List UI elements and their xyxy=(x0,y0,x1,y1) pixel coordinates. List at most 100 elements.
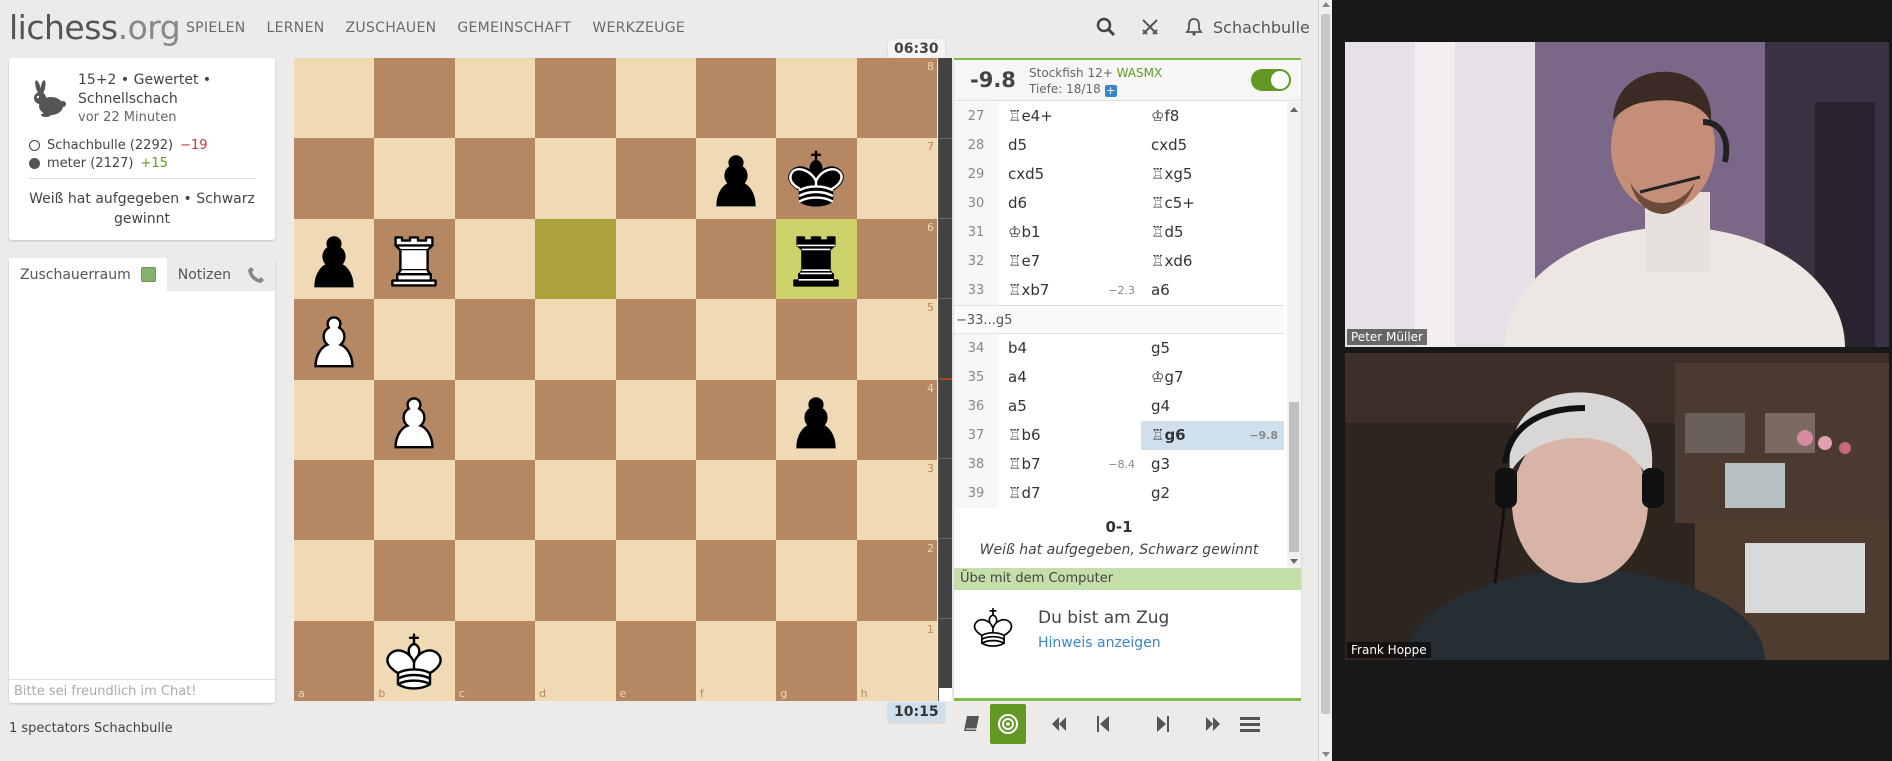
white-move[interactable]: cxd5 xyxy=(998,160,1141,189)
square-f2[interactable] xyxy=(695,540,777,621)
square-d2[interactable] xyxy=(535,540,616,621)
black-move[interactable]: g3 xyxy=(1141,450,1284,479)
engine-toggle[interactable] xyxy=(1251,69,1291,91)
white-move[interactable]: b4 xyxy=(998,334,1141,363)
book-icon[interactable] xyxy=(954,704,990,744)
square-e8[interactable] xyxy=(615,58,696,139)
white-move[interactable]: a4 xyxy=(998,363,1141,392)
black-move[interactable]: g5 xyxy=(1141,334,1284,363)
square-b4[interactable] xyxy=(374,379,455,460)
square-a4[interactable] xyxy=(294,379,375,460)
tab-notizen[interactable]: Notizen xyxy=(167,258,242,291)
white-move[interactable]: ♔b1 xyxy=(998,218,1141,247)
black-move[interactable]: g4 xyxy=(1141,392,1284,421)
search-icon[interactable] xyxy=(1096,17,1116,37)
next-move-icon[interactable] xyxy=(1144,704,1180,744)
square-a5[interactable] xyxy=(294,299,375,380)
square-h8[interactable]: 8 xyxy=(856,58,937,139)
square-b7[interactable] xyxy=(374,138,455,219)
square-c7[interactable] xyxy=(454,138,536,219)
square-f7[interactable] xyxy=(695,138,777,219)
square-d6[interactable] xyxy=(535,218,616,300)
square-b5[interactable] xyxy=(374,299,455,380)
square-h7[interactable]: 7 xyxy=(856,138,937,219)
square-h6[interactable]: 6 xyxy=(856,218,937,300)
square-g5[interactable] xyxy=(776,299,857,380)
white-pawn-piece[interactable] xyxy=(298,303,370,375)
white-move[interactable]: ♖d7 xyxy=(998,479,1141,508)
white-move[interactable]: ♖b7 −8.4 xyxy=(998,450,1141,479)
tab-zuschauerraum[interactable]: Zuschauerraum xyxy=(9,258,167,291)
square-g7[interactable] xyxy=(776,138,857,219)
square-d8[interactable] xyxy=(535,58,616,139)
square-e5[interactable] xyxy=(615,299,696,380)
white-move[interactable]: ♖xb7 −2.3 xyxy=(998,276,1141,305)
white-king-piece[interactable] xyxy=(378,625,450,697)
square-h5[interactable]: 5 xyxy=(856,299,937,380)
nav-werkzeuge[interactable]: WERKZEUGE xyxy=(592,20,685,36)
square-e3[interactable] xyxy=(615,459,696,541)
square-a3[interactable] xyxy=(294,459,375,541)
hint-link[interactable]: Hinweis anzeigen xyxy=(1038,635,1161,651)
last-move-icon[interactable] xyxy=(1196,704,1232,744)
nav-zuschauen[interactable]: ZUSCHAUEN xyxy=(346,20,437,36)
square-c3[interactable] xyxy=(454,459,536,541)
black-pawn-piece[interactable] xyxy=(780,384,852,456)
black-move[interactable]: ♖g6 −9.8 xyxy=(1141,421,1284,450)
first-move-icon[interactable] xyxy=(1040,704,1076,744)
square-a1[interactable]: a xyxy=(294,620,375,701)
plus-icon[interactable]: + xyxy=(1104,85,1117,97)
black-move[interactable]: a6 xyxy=(1141,276,1284,305)
square-e1[interactable]: e xyxy=(615,620,696,701)
square-g1[interactable]: g xyxy=(776,620,857,701)
square-g8[interactable] xyxy=(776,58,857,139)
bell-icon[interactable] xyxy=(1184,17,1204,37)
chat-input[interactable]: Bitte sei freundlich im Chat! xyxy=(9,679,275,703)
white-move[interactable]: ♖b6 xyxy=(998,421,1141,450)
square-f5[interactable] xyxy=(695,299,777,380)
square-f8[interactable] xyxy=(695,58,777,139)
black-pawn-piece[interactable] xyxy=(298,223,370,295)
black-move[interactable]: ♖c5+ xyxy=(1141,189,1284,218)
black-move[interactable]: ♖xd6 xyxy=(1141,247,1284,276)
black-pawn-piece[interactable] xyxy=(700,142,772,214)
square-e4[interactable] xyxy=(615,379,696,460)
square-c1[interactable]: c xyxy=(454,620,536,701)
square-d4[interactable] xyxy=(535,379,616,460)
square-c4[interactable] xyxy=(454,379,536,460)
square-a6[interactable] xyxy=(294,218,375,300)
black-player[interactable]: meter (2127) +15 xyxy=(29,156,168,171)
black-move[interactable]: ♖d5 xyxy=(1141,218,1284,247)
move-list-scrollbar[interactable] xyxy=(1287,102,1301,568)
white-pawn-piece[interactable] xyxy=(378,384,450,456)
square-f4[interactable] xyxy=(695,379,777,460)
square-c5[interactable] xyxy=(454,299,536,380)
black-king-piece[interactable] xyxy=(780,142,852,214)
page-scrollbar[interactable] xyxy=(1318,0,1332,761)
square-h3[interactable]: 3 xyxy=(856,459,937,541)
black-move[interactable]: ♔g7 xyxy=(1141,363,1284,392)
lichess-logo[interactable]: lichess.org xyxy=(9,8,181,47)
white-rook-piece[interactable] xyxy=(378,223,450,295)
square-d1[interactable]: d xyxy=(535,620,616,701)
prev-move-icon[interactable] xyxy=(1086,704,1122,744)
square-h4[interactable]: 4 xyxy=(856,379,937,460)
target-icon[interactable] xyxy=(990,704,1026,744)
square-h2[interactable]: 2 xyxy=(856,540,937,621)
menu-icon[interactable] xyxy=(1232,704,1268,744)
chat-toggle-checkbox[interactable] xyxy=(140,267,156,282)
square-b1[interactable]: b xyxy=(374,620,455,701)
square-f6[interactable] xyxy=(695,218,777,300)
square-b8[interactable] xyxy=(374,58,455,139)
nav-lernen[interactable]: LERNEN xyxy=(267,20,325,36)
square-a2[interactable] xyxy=(294,540,375,621)
square-e2[interactable] xyxy=(615,540,696,621)
square-a7[interactable] xyxy=(294,138,375,219)
square-c8[interactable] xyxy=(454,58,536,139)
square-f1[interactable]: f xyxy=(695,620,777,701)
square-h1[interactable]: 1h xyxy=(856,620,937,701)
square-b6[interactable] xyxy=(374,218,455,300)
phone-icon[interactable] xyxy=(247,258,275,291)
chess-board[interactable]: 8765432 abcdefg1h xyxy=(294,58,937,701)
user-menu[interactable]: Schachbulle xyxy=(1213,18,1310,37)
